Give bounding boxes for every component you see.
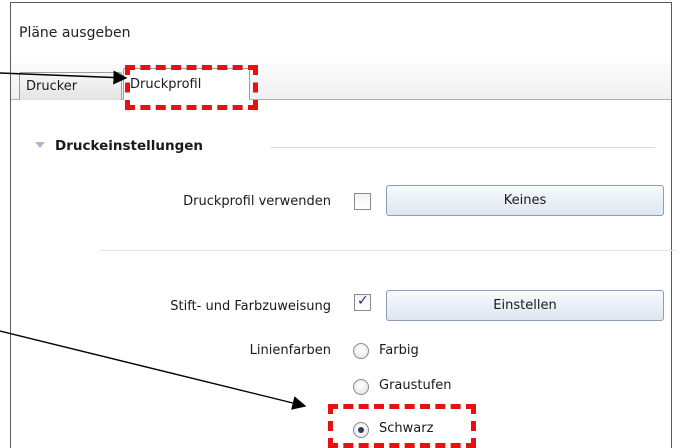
arrow-to-tab [0,70,128,85]
arrow-to-schwarz [0,330,307,410]
annotation-arrows [0,70,307,410]
